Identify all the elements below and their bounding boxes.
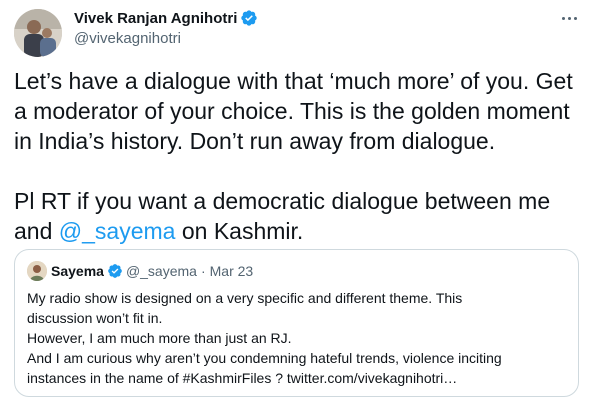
- more-dot: [561, 16, 565, 20]
- quoted-tweet-header: Sayema @_sayema · Mar 23: [27, 261, 253, 281]
- tweet-paragraph-2: Pl RT if you want a democratic dialogue …: [14, 186, 584, 246]
- more-dot: [573, 16, 577, 20]
- more-dot: [567, 16, 571, 20]
- verified-badge-icon: [241, 10, 258, 26]
- quoted-separator: ·: [200, 263, 206, 279]
- quoted-tweet-text: My radio show is designed on a very spec…: [27, 288, 567, 388]
- quoted-author-avatar-image: [27, 261, 47, 281]
- quoted-line: instances in the name of #KashmirFiles ?…: [27, 370, 458, 386]
- author-handle[interactable]: @vivekagnihotri: [74, 30, 258, 47]
- author-avatar-image: [14, 9, 62, 57]
- quoted-line: My radio show is designed on a very spec…: [27, 290, 463, 306]
- quoted-tweet[interactable]: Sayema @_sayema · Mar 23 My radio show i…: [14, 249, 579, 397]
- tweet-card: Vivek Ranjan Agnihotri @vivekagnihotri L…: [0, 0, 595, 405]
- tweet-paragraph-2-suffix: on Kashmir.: [175, 218, 304, 244]
- quoted-author-avatar[interactable]: [27, 261, 47, 281]
- quoted-author-handle[interactable]: @_sayema: [126, 263, 197, 279]
- more-options-icon[interactable]: [557, 8, 581, 28]
- quoted-line: discussion won’t fit in.: [27, 310, 163, 326]
- quoted-line: And I am curious why aren’t you condemni…: [27, 350, 502, 366]
- quoted-line: However, I am much more than just an RJ.: [27, 330, 292, 346]
- tweet-paragraph-1: Let’s have a dialogue with that ‘much mo…: [14, 68, 573, 154]
- quoted-author-name[interactable]: Sayema: [51, 263, 104, 279]
- author-name[interactable]: Vivek Ranjan Agnihotri: [74, 10, 237, 27]
- mention-link[interactable]: @_sayema: [59, 218, 176, 244]
- quoted-verified-badge-icon: [108, 264, 122, 278]
- author-info: Vivek Ranjan Agnihotri @vivekagnihotri: [74, 8, 258, 47]
- tweet-text: Let’s have a dialogue with that ‘much mo…: [14, 66, 584, 246]
- quoted-timestamp[interactable]: Mar 23: [210, 263, 254, 279]
- author-avatar[interactable]: [14, 9, 62, 57]
